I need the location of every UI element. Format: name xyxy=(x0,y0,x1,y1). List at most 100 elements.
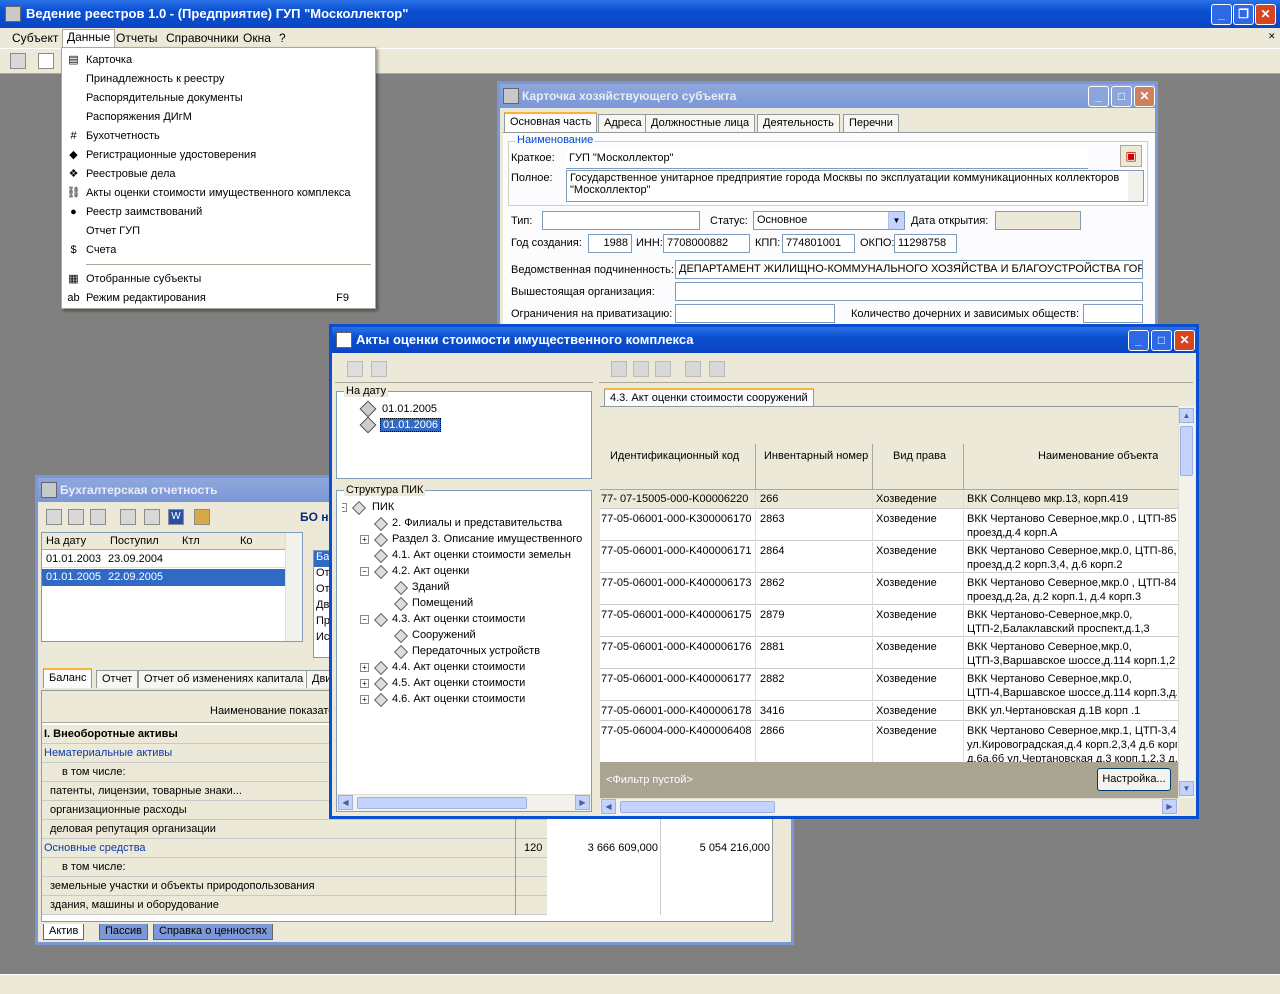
menu-data[interactable]: Данные xyxy=(62,29,116,48)
tab-officials[interactable]: Должностные лица xyxy=(645,114,756,132)
buh-brush-icon[interactable] xyxy=(194,509,210,525)
table-row[interactable]: деловая репутация организации xyxy=(42,820,772,839)
dept-field[interactable]: ДЕПАРТАМЕНТ ЖИЛИЩНО-КОММУНАЛЬНОГО ХОЗЯЙС… xyxy=(675,260,1143,279)
table-row[interactable]: 01.01.2003 23.09.2004 xyxy=(42,551,287,568)
menu-windows[interactable]: Окна xyxy=(243,31,271,45)
buh-word-icon[interactable]: W xyxy=(168,509,184,525)
edit-record-icon[interactable] xyxy=(633,361,649,377)
status-chevron-down-icon[interactable]: ▼ xyxy=(888,212,904,229)
tree-expander-icon[interactable]: − xyxy=(360,567,369,576)
card-action-icon[interactable]: ▣ xyxy=(1120,145,1142,167)
tab-balance[interactable]: Баланс xyxy=(43,668,93,688)
tree-expander-icon[interactable]: + xyxy=(360,679,369,688)
full-name-scrollbar[interactable] xyxy=(1128,171,1143,201)
menu-item[interactable]: Распорядительные документы xyxy=(62,89,375,108)
scroll-right-icon[interactable]: ▶ xyxy=(575,795,590,810)
tree-expand-icon[interactable] xyxy=(347,361,363,377)
app-maximize-button[interactable]: ❐ xyxy=(1233,4,1254,25)
tab-activity[interactable]: Деятельность xyxy=(757,114,840,132)
short-name-field[interactable]: ГУП "Москоллектор" xyxy=(566,150,1088,169)
copy-record-icon[interactable] xyxy=(685,361,701,377)
tab-main[interactable]: Основная часть xyxy=(504,112,598,132)
table-row[interactable]: 77-05-06004-000-K400006408 2866 Хозведение… xyxy=(600,722,1178,762)
acts-hscroll-thumb[interactable] xyxy=(620,801,775,813)
delete-record-icon[interactable] xyxy=(655,361,671,377)
table-row[interactable]: здания, машины и оборудование xyxy=(42,896,772,915)
table-row[interactable]: 77- 07-15005-000-K00006220 266 Хозведение В… xyxy=(600,490,1178,509)
settings-button[interactable]: Настройка... xyxy=(1097,768,1171,791)
table-row[interactable]: 77-05-06001-000-K400006173 2862 Хозведение… xyxy=(600,574,1178,605)
tree-expander-icon[interactable]: + xyxy=(360,695,369,704)
toolbar-new-icon[interactable] xyxy=(38,53,54,69)
menu-item[interactable]: ⛓ Акты оценки стоимости имущественного ко… xyxy=(62,184,375,203)
table-row[interactable]: в том числе: xyxy=(42,858,772,877)
acts-grid-body[interactable]: 77- 07-15005-000-K00006220 266 Хозведение В… xyxy=(600,490,1178,762)
buh-toolbar-icon-3[interactable] xyxy=(90,509,106,525)
menu-item[interactable]: ● Реестр заимствований xyxy=(62,203,375,222)
open-date-field[interactable] xyxy=(995,211,1081,230)
tree-collapse-icon[interactable] xyxy=(371,361,387,377)
buh-toolbar-icon-1[interactable] xyxy=(46,509,62,525)
buh-toolbar-icon-2[interactable] xyxy=(68,509,84,525)
menu-item[interactable]: Принадлежность к реестру xyxy=(62,70,375,89)
tab-assets[interactable]: Актив xyxy=(43,924,85,940)
pik-tree[interactable]: − ПИК 2. Филиалы и представительства + Разде… xyxy=(342,501,590,791)
menu-item[interactable]: ab Режим редактирования F9 xyxy=(62,289,375,308)
buh-eraser-icon[interactable] xyxy=(120,509,136,525)
tab-addresses[interactable]: Адреса xyxy=(598,114,648,132)
acts-vscrollbar[interactable]: ▲ ▼ xyxy=(1178,406,1195,798)
type-select[interactable] xyxy=(542,211,700,230)
app-close-button[interactable]: ✕ xyxy=(1255,4,1276,25)
subsidiaries-field[interactable] xyxy=(1083,304,1143,323)
tab-lists[interactable]: Перечни xyxy=(843,114,899,132)
table-row[interactable]: 77-05-06001-000-K400006171 2864 Хозведение… xyxy=(600,542,1178,573)
pane-splitter[interactable] xyxy=(595,355,599,815)
scroll-right-icon[interactable]: ▶ xyxy=(1162,799,1177,814)
table-row[interactable]: 01.01.2005 22.09.2005 xyxy=(42,569,287,586)
buh-dates-grid[interactable]: На дату Поступил Ктл Ко 01.01.2003 23.09… xyxy=(41,532,303,642)
scroll-down-icon[interactable]: ▼ xyxy=(1179,781,1194,796)
table-row[interactable]: 77-05-06001-000-K300006170 2863 Хозведение… xyxy=(600,510,1178,541)
menu-item[interactable]: $ Счета xyxy=(62,241,375,260)
menu-references[interactable]: Справочники xyxy=(166,31,239,45)
tree-expander-icon[interactable]: + xyxy=(360,535,369,544)
kpp-field[interactable]: 774801001 xyxy=(782,234,855,253)
app-minimize-button[interactable]: _ xyxy=(1211,4,1232,25)
scroll-left-icon[interactable]: ◀ xyxy=(601,799,616,814)
menu-help[interactable]: ? xyxy=(279,31,286,45)
table-row[interactable]: Основные средства 120 3 666 609,000 5 054 2… xyxy=(42,839,772,858)
privatization-field[interactable] xyxy=(675,304,835,323)
scroll-left-icon[interactable]: ◀ xyxy=(338,795,353,810)
tree-expander-icon[interactable]: − xyxy=(342,503,347,512)
table-row[interactable]: 77-05-06001-000-K400006175 2879 Хозведение… xyxy=(600,606,1178,637)
menu-item[interactable]: ▤ Карточка xyxy=(62,51,375,70)
table-row[interactable]: 77-05-06001-000-K400006177 2882 Хозведение… xyxy=(600,670,1178,701)
print-record-icon[interactable] xyxy=(709,361,725,377)
menu-item[interactable]: ◆ Регистрационные удостоверения xyxy=(62,146,375,165)
add-record-icon[interactable] xyxy=(611,361,627,377)
buh-toolbar-icon-5[interactable] xyxy=(144,509,160,525)
tab-structures-act[interactable]: 4.3. Акт оценки стоимости сооружений xyxy=(604,388,814,408)
table-row[interactable]: земельные участки и объекты природопольз… xyxy=(42,877,772,896)
tab-report[interactable]: Отчет xyxy=(96,670,139,688)
acts-minimize-button[interactable]: _ xyxy=(1128,330,1149,351)
acts-maximize-button[interactable]: □ xyxy=(1151,330,1172,351)
table-row[interactable]: 77-05-06001-000-K400006178 3416 Хозведение… xyxy=(600,702,1178,721)
acts-close-button[interactable]: ✕ xyxy=(1174,330,1195,351)
menu-item[interactable]: Отчет ГУП xyxy=(62,222,375,241)
card-maximize-button[interactable]: □ xyxy=(1111,86,1132,107)
toolbar-print-icon[interactable] xyxy=(10,53,26,69)
tab-valuables-note[interactable]: Справка о ценностях xyxy=(153,924,273,940)
inn-field[interactable]: 7708000882 xyxy=(663,234,750,253)
menu-close-icon[interactable]: ✕ xyxy=(1268,31,1276,42)
acts-hscrollbar[interactable]: ◀ ▶ xyxy=(600,798,1178,815)
tree-expander-icon[interactable]: − xyxy=(360,615,369,624)
menu-item[interactable]: ▦ Отобранные субъекты xyxy=(62,270,375,289)
tree-expander-icon[interactable]: + xyxy=(360,663,369,672)
card-close-button[interactable]: ✕ xyxy=(1134,86,1155,107)
menu-item[interactable]: # Бухотчетность xyxy=(62,127,375,146)
tab-capital-changes[interactable]: Отчет об изменениях капитала xyxy=(138,670,310,688)
full-name-field[interactable]: Государственное унитарное предприятие го… xyxy=(566,170,1144,202)
okpo-field[interactable]: 11298758 xyxy=(894,234,957,253)
table-row[interactable]: 77-05-06001-000-K400006176 2881 Хозведение… xyxy=(600,638,1178,669)
